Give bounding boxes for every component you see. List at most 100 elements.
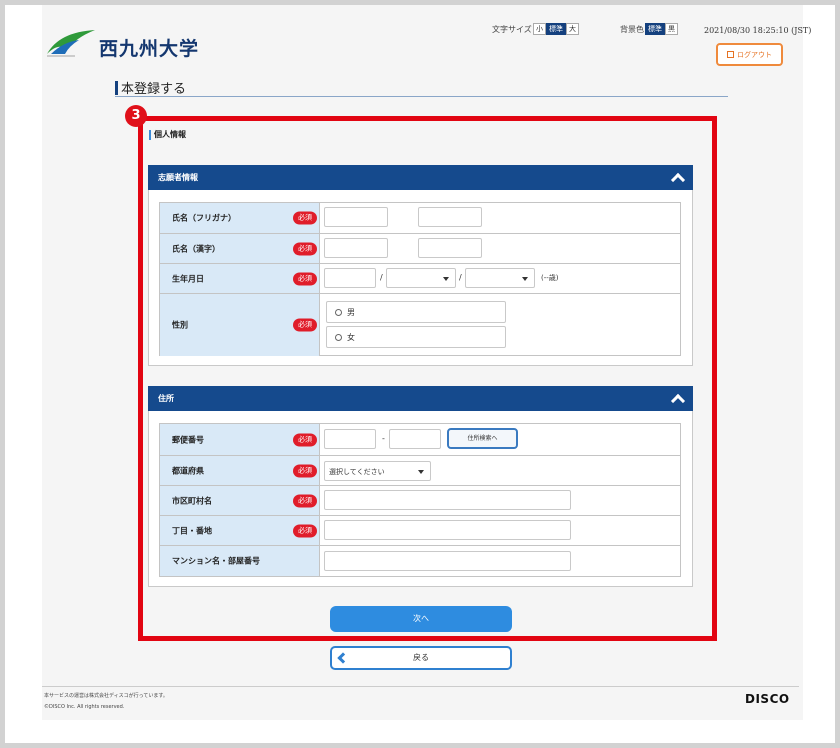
prefecture-label: 都道府県	[172, 466, 204, 475]
label-cell: 郵便番号 必須	[160, 424, 320, 455]
chevron-up-icon[interactable]	[670, 393, 686, 409]
section-accent-bar	[149, 129, 151, 140]
radio-icon	[335, 309, 342, 316]
footer-divider	[42, 686, 799, 687]
label-cell: 氏名（漢字） 必須	[160, 234, 320, 263]
gender-label: 性別	[172, 320, 188, 330]
age-display: (--歳)	[541, 274, 559, 282]
radio-icon	[335, 334, 342, 341]
required-badge: 必須	[293, 433, 317, 446]
city-input[interactable]	[324, 490, 571, 510]
required-badge: 必須	[293, 524, 317, 537]
font-size-standard-button[interactable]: 標準	[546, 23, 566, 35]
back-label: 戻る	[413, 653, 429, 662]
font-size-large-button[interactable]: 大	[566, 23, 579, 35]
female-label: 女	[347, 333, 355, 342]
background-switcher: 標準 黒	[645, 23, 678, 35]
page-title: 本登録する	[115, 79, 728, 97]
required-badge: 必須	[293, 211, 317, 225]
birth-month-select[interactable]	[386, 268, 456, 288]
row-gender: 性別 必須 男 女	[160, 293, 680, 356]
label-cell: 丁目・番地 必須	[160, 516, 320, 545]
back-button[interactable]: 戻る	[330, 646, 512, 670]
logout-button[interactable]: ログアウト	[716, 43, 783, 66]
footer-operator-note: 本サービスの運営は株式会社ディスコが行っています。	[44, 693, 168, 699]
street-label: 丁目・番地	[172, 526, 212, 535]
postal-code-first-input[interactable]	[324, 429, 376, 449]
dropdown-caret-icon	[522, 277, 528, 281]
required-badge: 必須	[293, 464, 317, 477]
background-color-label: 背景色	[620, 25, 644, 34]
label-cell: 生年月日 必須	[160, 264, 320, 293]
address-panel-header[interactable]: 住所	[148, 386, 693, 411]
label-cell: 氏名（フリガナ） 必須	[160, 203, 320, 233]
university-name: 西九州大学	[99, 38, 200, 60]
chevron-up-icon[interactable]	[670, 172, 686, 188]
dropdown-caret-icon	[443, 277, 449, 281]
bg-standard-button[interactable]: 標準	[645, 23, 665, 35]
required-badge: 必須	[293, 242, 317, 255]
current-datetime: 2021/08/30 18:25:10 (JST)	[704, 26, 812, 35]
next-button[interactable]: 次へ	[330, 606, 512, 632]
applicant-panel-title: 志願者情報	[158, 173, 198, 182]
postal-code-label: 郵便番号	[172, 435, 204, 444]
building-label: マンション名・部屋番号	[172, 556, 260, 566]
row-building: マンション名・部屋番号	[160, 545, 680, 576]
applicant-table: 氏名（フリガナ） 必須 氏名（漢字） 必須 生年月日 必須 / / (--歳) …	[159, 202, 681, 356]
section-title-text: 個人情報	[154, 130, 186, 139]
font-size-switcher: 小 標準 大	[533, 23, 579, 35]
label-cell: 都道府県 必須	[160, 456, 320, 485]
bg-black-button[interactable]: 黒	[665, 23, 678, 35]
first-name-kana-input[interactable]	[418, 207, 482, 227]
city-label: 市区町村名	[172, 496, 212, 505]
name-kana-label: 氏名（フリガナ）	[172, 213, 236, 223]
prefecture-select-value: 選択してください	[329, 468, 385, 476]
university-logo[interactable]: 西九州大学	[45, 28, 199, 60]
applicant-panel-header[interactable]: 志願者情報	[148, 165, 693, 190]
title-accent-bar	[115, 80, 118, 95]
address-search-button[interactable]: 住所検索へ	[447, 428, 518, 449]
name-kanji-label: 氏名（漢字）	[172, 244, 220, 253]
step-number-badge: 3	[125, 105, 147, 127]
prefecture-select[interactable]: 選択してください	[324, 461, 431, 481]
font-size-label: 文字サイズ	[492, 25, 532, 34]
page-title-text: 本登録する	[121, 82, 187, 97]
footer-copyright: ©DISCO Inc. All rights reserved.	[44, 704, 125, 710]
logout-icon	[727, 51, 734, 58]
row-city: 市区町村名 必須	[160, 485, 680, 515]
last-name-kana-input[interactable]	[324, 207, 388, 227]
row-name-kanji: 氏名（漢字） 必須	[160, 233, 680, 263]
building-input[interactable]	[324, 551, 571, 571]
birthdate-label: 生年月日	[172, 274, 204, 283]
last-name-kanji-input[interactable]	[324, 238, 388, 258]
dropdown-caret-icon	[418, 470, 424, 474]
back-arrow-icon	[337, 652, 349, 664]
section-title: 個人情報	[149, 129, 186, 140]
required-badge: 必須	[293, 272, 317, 285]
gender-male-option[interactable]: 男	[326, 301, 506, 323]
postal-separator: -	[382, 434, 385, 443]
row-name-kana: 氏名（フリガナ） 必須	[160, 203, 680, 233]
date-separator: /	[380, 273, 383, 282]
logo-swoosh-icon	[47, 30, 95, 57]
label-cell: マンション名・部屋番号	[160, 546, 320, 576]
address-panel-title: 住所	[158, 394, 174, 403]
male-label: 男	[347, 308, 355, 317]
date-separator: /	[459, 273, 462, 282]
address-panel-body: 郵便番号 必須 - 住所検索へ 都道府県 必須 選択してください 市区町村名 必…	[148, 411, 693, 587]
row-birthdate: 生年月日 必須 / / (--歳)	[160, 263, 680, 293]
font-size-small-button[interactable]: 小	[533, 23, 546, 35]
row-postal-code: 郵便番号 必須 - 住所検索へ	[160, 424, 680, 455]
required-badge: 必須	[293, 494, 317, 507]
first-name-kanji-input[interactable]	[418, 238, 482, 258]
row-street: 丁目・番地 必須	[160, 515, 680, 545]
label-cell: 市区町村名 必須	[160, 486, 320, 515]
birth-year-input[interactable]	[324, 268, 376, 288]
disco-logo: DISCO	[745, 692, 790, 706]
birth-day-select[interactable]	[465, 268, 535, 288]
postal-code-second-input[interactable]	[389, 429, 441, 449]
gender-female-option[interactable]: 女	[326, 326, 506, 348]
row-prefecture: 都道府県 必須 選択してください	[160, 455, 680, 485]
required-badge: 必須	[293, 318, 317, 332]
street-input[interactable]	[324, 520, 571, 540]
